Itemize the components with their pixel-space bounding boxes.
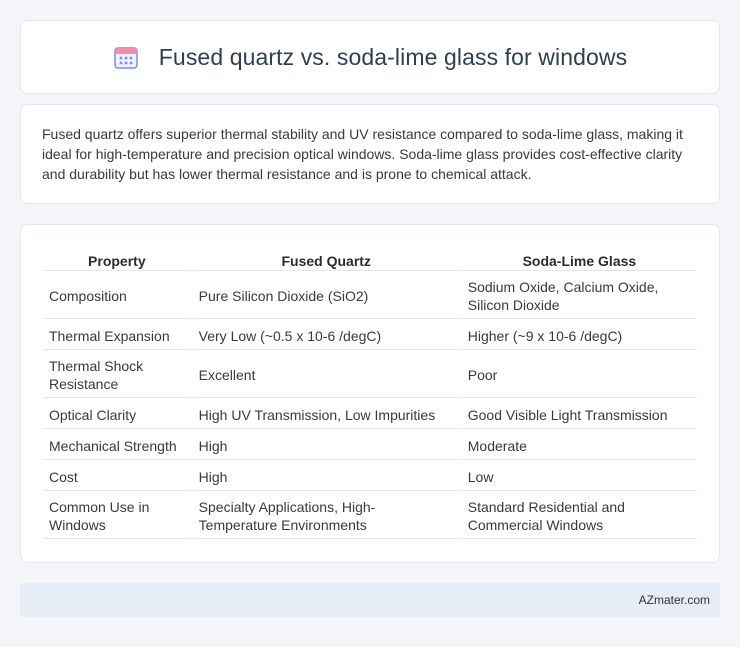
table-cell: Moderate — [461, 431, 697, 460]
table-cell: Thermal Expansion — [43, 321, 191, 350]
title-card: Fused quartz vs. soda-lime glass for win… — [20, 20, 720, 94]
page-title: Fused quartz vs. soda-lime glass for win… — [158, 43, 628, 70]
footer-site-name[interactable]: AZmater.com — [639, 593, 710, 607]
table-row: Thermal Expansion Very Low (~0.5 x 10-6 … — [43, 321, 697, 350]
title-wrap: Fused quartz vs. soda-lime glass for win… — [113, 44, 627, 71]
table-cell: Low — [461, 462, 697, 491]
table-row: Thermal Shock Resistance Excellent Poor — [43, 352, 697, 398]
table-cell: Composition — [43, 273, 191, 319]
table-row: Cost High Low — [43, 462, 697, 491]
table-row: Optical Clarity High UV Transmission, Lo… — [43, 400, 697, 429]
header-property: Property — [43, 247, 191, 271]
comparison-table: Property Fused Quartz Soda-Lime Glass Co… — [41, 245, 699, 541]
footer-bar: AZmater.com — [20, 583, 720, 617]
table-cell: Pure Silicon Dioxide (SiO2) — [192, 273, 460, 319]
table-row: Common Use in Windows Specialty Applicat… — [43, 493, 697, 539]
table-cell: Excellent — [192, 352, 460, 398]
table-cell: Poor — [461, 352, 697, 398]
table-cell: Specialty Applications, High-Temperature… — [192, 493, 460, 539]
table-row: Composition Pure Silicon Dioxide (SiO2) … — [43, 273, 697, 319]
summary-card: Fused quartz offers superior thermal sta… — [20, 104, 720, 204]
table-row: Mechanical Strength High Moderate — [43, 431, 697, 460]
table-cell: Cost — [43, 462, 191, 491]
table-cell: Mechanical Strength — [43, 431, 191, 460]
table-cell: Thermal Shock Resistance — [43, 352, 191, 398]
table-header-row: Property Fused Quartz Soda-Lime Glass — [43, 247, 697, 271]
table-cell: Good Visible Light Transmission — [461, 400, 697, 429]
table-cell: High UV Transmission, Low Impurities — [192, 400, 460, 429]
summary-text: Fused quartz offers superior thermal sta… — [42, 126, 683, 182]
table-cell: Common Use in Windows — [43, 493, 191, 539]
header-soda-lime-glass: Soda-Lime Glass — [461, 247, 697, 271]
table-cell: Very Low (~0.5 x 10-6 /degC) — [192, 321, 460, 350]
table-cell: Higher (~9 x 10-6 /degC) — [461, 321, 697, 350]
header-fused-quartz: Fused Quartz — [192, 247, 460, 271]
comparison-table-card: Property Fused Quartz Soda-Lime Glass Co… — [20, 224, 720, 563]
table-cell: High — [192, 431, 460, 460]
table-cell: Standard Residential and Commercial Wind… — [461, 493, 697, 539]
calendar-icon — [114, 47, 138, 69]
table-cell: Optical Clarity — [43, 400, 191, 429]
table-cell: High — [192, 462, 460, 491]
table-cell: Sodium Oxide, Calcium Oxide, Silicon Dio… — [461, 273, 697, 319]
